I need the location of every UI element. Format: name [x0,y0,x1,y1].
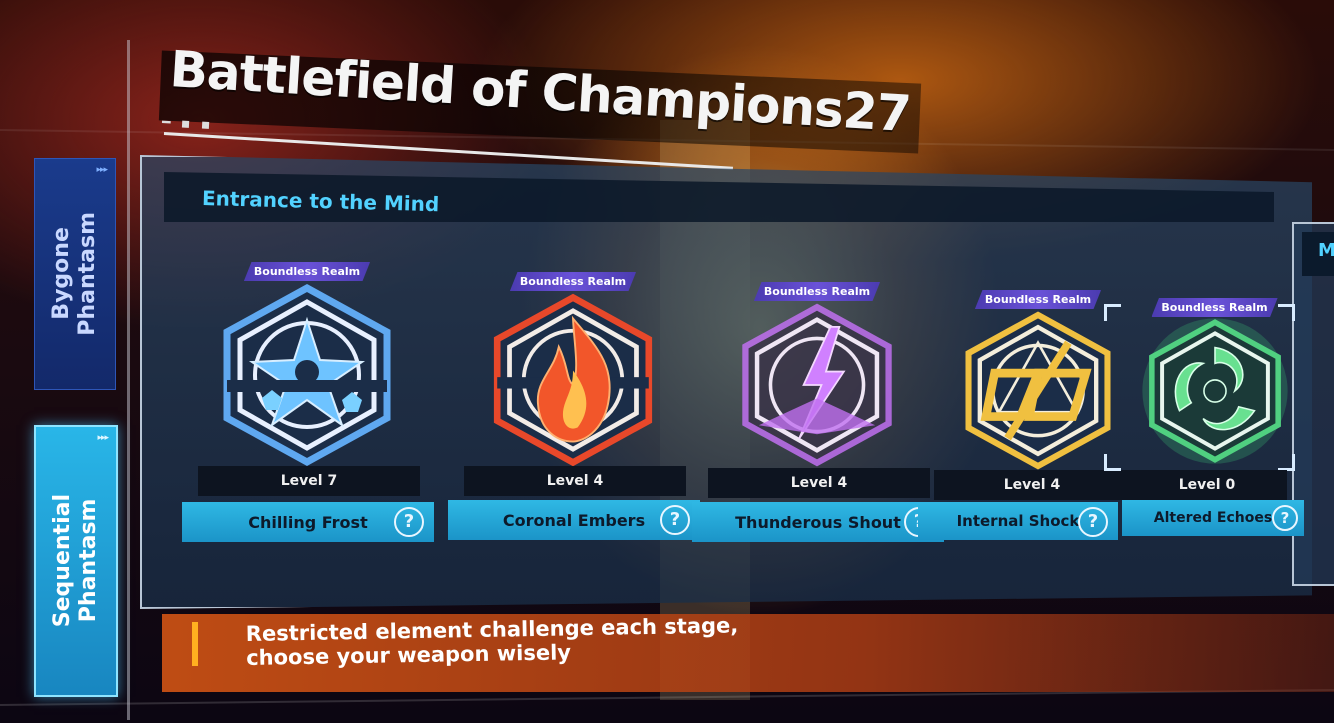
realm-badge: Boundless Realm [974,290,1102,309]
select-bracket-bl [1104,454,1121,471]
shield-sigil-icon [956,308,1121,477]
next-panel-title: M [1302,232,1334,276]
card-level: Level 0 [1127,470,1287,500]
card-chilling-frost[interactable]: Boundless Realm Level 7 Chilling Frost ? [182,262,434,547]
tab-label: Bygone Phantasm [49,212,100,336]
card-name: Internal Shock [956,512,1080,530]
tab-sequential-phantasm[interactable]: ▸▸▸ Sequential Phantasm [34,425,118,697]
title-area: Battlefield of Champions27 ━ ▪ ▪ [150,22,1010,170]
card-name: Altered Echoes [1153,510,1273,526]
help-icon[interactable]: ? [1078,507,1108,537]
card-name: Coronal Embers [502,510,646,530]
card-coronal-embers[interactable]: Boundless Realm Level 4 Coronal Embers ? [448,272,700,544]
realm-badge: Boundless Realm [1151,298,1278,317]
help-icon[interactable]: ? [394,507,424,537]
title-dots: ━ ▪ ▪ [161,114,214,134]
card-name-bar[interactable]: Chilling Frost ? [182,502,434,542]
card-thunderous-shout[interactable]: Boundless Realm Level 4 Thunderous Shout… [692,282,944,544]
help-icon[interactable]: ? [1272,505,1298,531]
card-altered-echoes[interactable]: Boundless Realm Level 0 Altered Echoes ? [1104,298,1307,536]
tab-label: Sequential Phantasm [50,494,101,628]
hint-text: Restricted element challenge each stage,… [245,613,739,670]
lightning-icon [732,300,902,474]
realm-badge: Boundless Realm [753,282,881,301]
card-name-bar[interactable]: Coronal Embers ? [448,500,700,540]
help-icon[interactable]: ? [660,505,690,535]
realm-badge: Boundless Realm [243,262,371,281]
card-level: Level 4 [708,468,930,498]
select-bracket-tl [1104,304,1121,321]
card-name-bar[interactable]: Internal Shock ? [918,502,1118,540]
tab-bygone-phantasm[interactable]: ▸▸▸ Bygone Phantasm [34,158,116,390]
banner-accent [192,622,198,666]
card-name: Chilling Frost [248,512,368,532]
card-name-bar[interactable]: Altered Echoes ? [1122,500,1304,536]
card-level: Level 7 [198,466,420,496]
tab-arrows-icon: ▸▸▸ [96,165,108,175]
tab-arrows-icon: ▸▸▸ [97,433,109,443]
realm-badge: Boundless Realm [509,272,637,291]
card-name-bar[interactable]: Thunderous Shout ? [692,502,944,542]
left-rail [127,40,130,720]
flame-icon [483,290,663,474]
card-level: Level 4 [934,470,1130,500]
card-level: Level 4 [464,466,686,496]
snowflake-icon [212,280,402,474]
wind-swirl-icon [1140,316,1290,470]
card-name: Thunderous Shout [735,512,901,532]
